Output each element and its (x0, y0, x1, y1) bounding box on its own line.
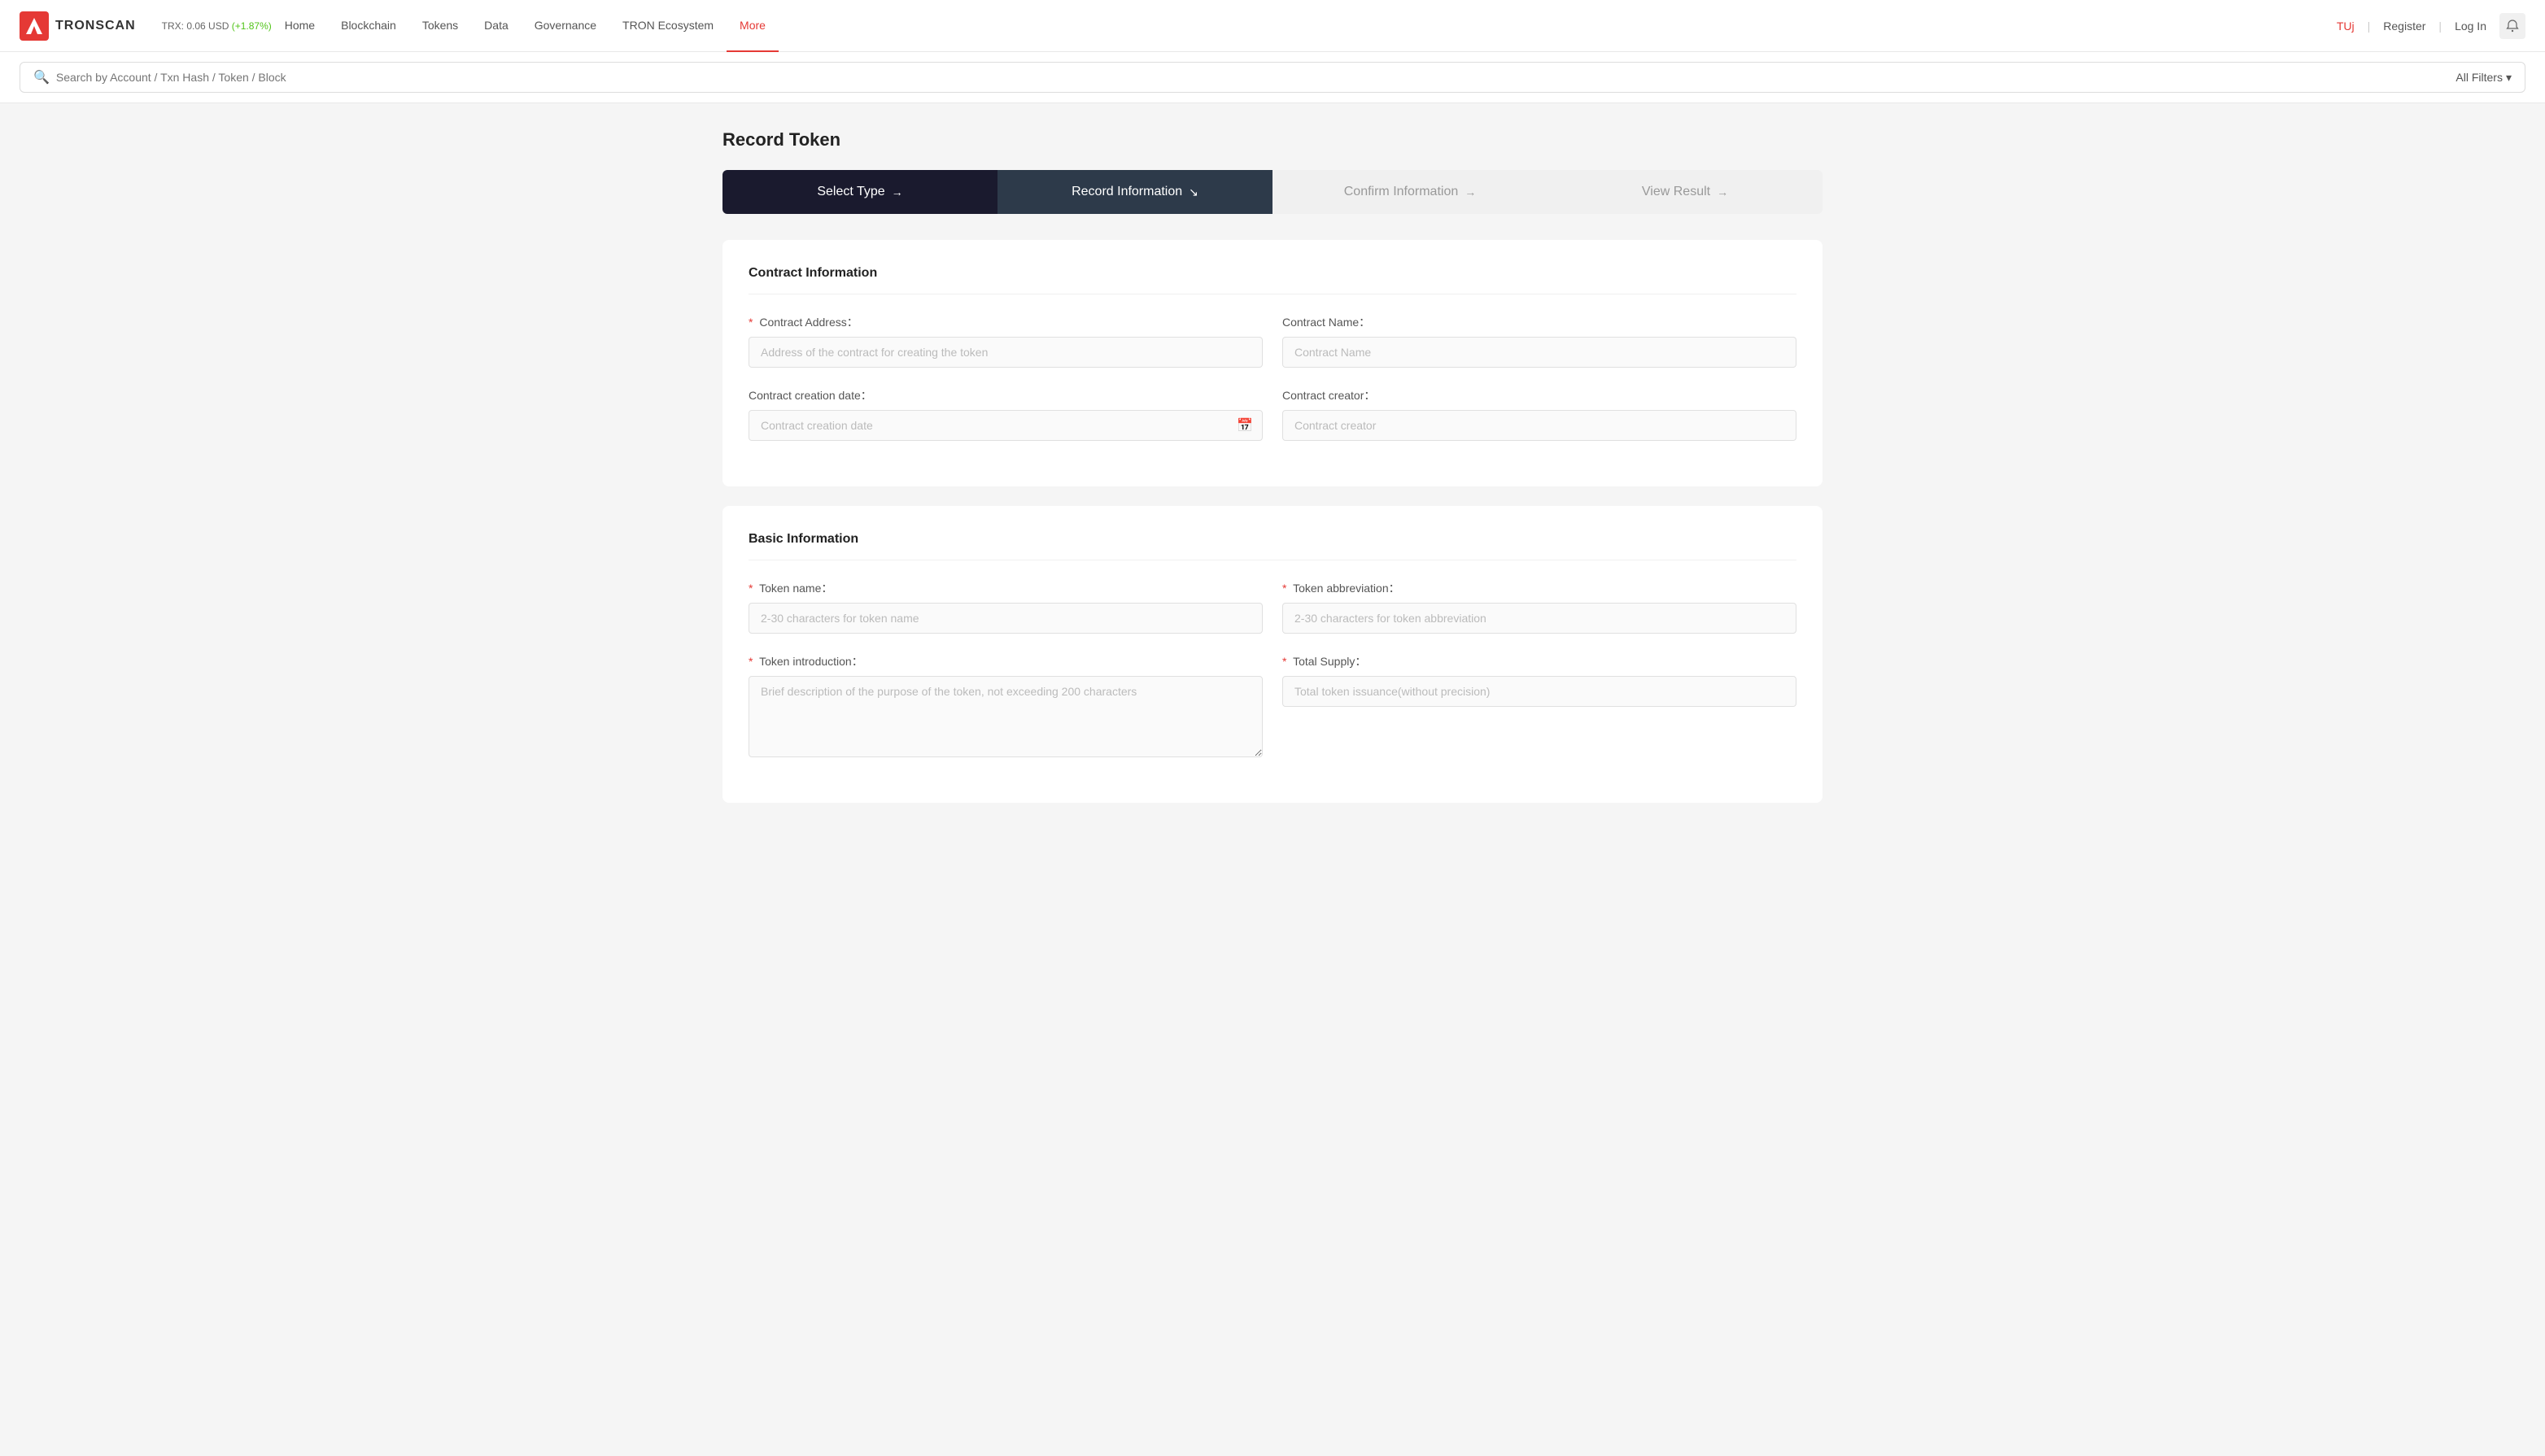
step-confirm-information-label: Confirm Information (1344, 185, 1459, 199)
nav-login[interactable]: Log In (2455, 20, 2486, 33)
contract-creation-date-group: Contract creation date： 📅 (749, 387, 1263, 441)
token-introduction-label: * Token introduction： (749, 653, 1263, 669)
nav-item-tokens[interactable]: Tokens (409, 0, 471, 52)
contract-creation-date-input[interactable] (749, 410, 1263, 441)
contract-creator-group: Contract creator： (1282, 387, 1796, 441)
search-container: 🔍 All Filters ▾ (20, 62, 2525, 93)
contract-creation-date-label: Contract creation date： (749, 387, 1263, 403)
nav-item-blockchain[interactable]: Blockchain (328, 0, 409, 52)
contract-creator-label-text: Contract creator： (1282, 389, 1375, 402)
contract-name-label-text: Contract Name： (1282, 316, 1370, 329)
basic-row-1: * Token name： * Token abbreviation： (749, 580, 1796, 634)
token-name-group: * Token name： (749, 580, 1263, 634)
total-supply-label-text: Total Supply： (1293, 655, 1366, 668)
contract-creation-date-wrapper: 📅 (749, 410, 1263, 441)
token-introduction-textarea[interactable] (749, 676, 1263, 757)
contract-creator-label: Contract creator： (1282, 387, 1796, 403)
step-select-type-label: Select Type (817, 185, 884, 199)
token-name-label-text: Token name： (759, 582, 832, 595)
nav-item-more[interactable]: More (727, 0, 779, 52)
contract-address-label-text: Contract Address： (759, 316, 858, 329)
token-abbreviation-label-text: Token abbreviation： (1293, 582, 1400, 595)
contract-name-group: Contract Name： (1282, 314, 1796, 368)
filter-label: All Filters (2456, 71, 2503, 84)
nav-item-data[interactable]: Data (471, 0, 522, 52)
token-abbreviation-input[interactable] (1282, 603, 1796, 634)
logo-area[interactable]: TRONSCAN (20, 11, 136, 41)
step-record-information-arrow: ↘ (1189, 185, 1198, 199)
nav-user[interactable]: TUj (2337, 20, 2355, 33)
main-content: Record Token Select Type → Record Inform… (703, 103, 1842, 848)
contract-address-group: * Contract Address： (749, 314, 1263, 368)
total-supply-required: * (1282, 655, 1286, 668)
steps-bar: Select Type → Record Information ↘ Confi… (722, 170, 1823, 214)
bell-icon (2506, 20, 2519, 33)
nav-links: Home Blockchain Tokens Data Governance T… (272, 0, 2337, 52)
basic-section-title: Basic Information (749, 532, 1796, 560)
filter-chevron-icon: ▾ (2506, 71, 2512, 85)
token-name-required: * (749, 582, 753, 595)
search-bar: 🔍 All Filters ▾ (0, 52, 2545, 103)
contract-creator-input[interactable] (1282, 410, 1796, 441)
token-introduction-label-text: Token introduction： (759, 655, 863, 668)
contract-address-label: * Contract Address： (749, 314, 1263, 330)
navbar: TRONSCAN TRX: 0.06 USD (+1.87%) Home Blo… (0, 0, 2545, 52)
page-title: Record Token (722, 129, 1823, 150)
token-introduction-required: * (749, 655, 753, 668)
nav-item-governance[interactable]: Governance (522, 0, 609, 52)
calendar-icon: 📅 (1237, 417, 1253, 434)
step-view-result-label: View Result (1642, 185, 1710, 199)
contract-name-input[interactable] (1282, 337, 1796, 368)
step-confirm-information[interactable]: Confirm Information → (1272, 170, 1548, 214)
brand-name: TRONSCAN (55, 19, 136, 33)
contract-address-required: * (749, 316, 753, 329)
basic-information-section: Basic Information * Token name： * Token … (722, 506, 1823, 803)
tronscan-logo-icon (20, 11, 49, 41)
token-name-label: * Token name： (749, 580, 1263, 596)
token-name-input[interactable] (749, 603, 1263, 634)
nav-divider: | (2368, 20, 2371, 33)
step-select-type-arrow: → (892, 185, 903, 198)
step-record-information[interactable]: Record Information ↘ (997, 170, 1272, 214)
nav-register[interactable]: Register (2383, 20, 2425, 33)
step-record-information-label: Record Information (1072, 185, 1182, 199)
notifications-button[interactable] (2499, 13, 2525, 39)
nav-divider-2: | (2438, 20, 2442, 33)
contract-information-section: Contract Information * Contract Address：… (722, 240, 1823, 486)
step-select-type[interactable]: Select Type → (722, 170, 997, 214)
search-input[interactable] (56, 71, 2456, 84)
total-supply-label: * Total Supply： (1282, 653, 1796, 669)
nav-item-home[interactable]: Home (272, 0, 328, 52)
step-view-result-arrow: → (1717, 185, 1728, 198)
nav-item-tron-ecosystem[interactable]: TRON Ecosystem (609, 0, 727, 52)
contract-name-label: Contract Name： (1282, 314, 1796, 330)
trx-price-display: TRX: 0.06 USD (+1.87%) (162, 20, 272, 32)
token-abbreviation-required: * (1282, 582, 1286, 595)
token-abbreviation-group: * Token abbreviation： (1282, 580, 1796, 634)
contract-row-2: Contract creation date： 📅 Contract creat… (749, 387, 1796, 441)
search-icon: 🔍 (33, 69, 50, 85)
contract-address-input[interactable] (749, 337, 1263, 368)
nav-right: TUj | Register | Log In (2337, 13, 2525, 39)
filter-button[interactable]: All Filters ▾ (2456, 71, 2512, 85)
total-supply-group: * Total Supply： (1282, 653, 1796, 757)
trx-price-value: TRX: 0.06 USD (162, 20, 229, 32)
contract-row-1: * Contract Address： Contract Name： (749, 314, 1796, 368)
token-abbreviation-label: * Token abbreviation： (1282, 580, 1796, 596)
contract-section-title: Contract Information (749, 266, 1796, 294)
step-view-result[interactable]: View Result → (1548, 170, 1823, 214)
step-confirm-information-arrow: → (1465, 185, 1476, 198)
contract-creation-date-label-text: Contract creation date： (749, 389, 872, 402)
total-supply-input[interactable] (1282, 676, 1796, 707)
token-introduction-group: * Token introduction： (749, 653, 1263, 757)
trx-change-value: (+1.87%) (232, 20, 272, 32)
basic-row-2: * Token introduction： * Total Supply： (749, 653, 1796, 757)
